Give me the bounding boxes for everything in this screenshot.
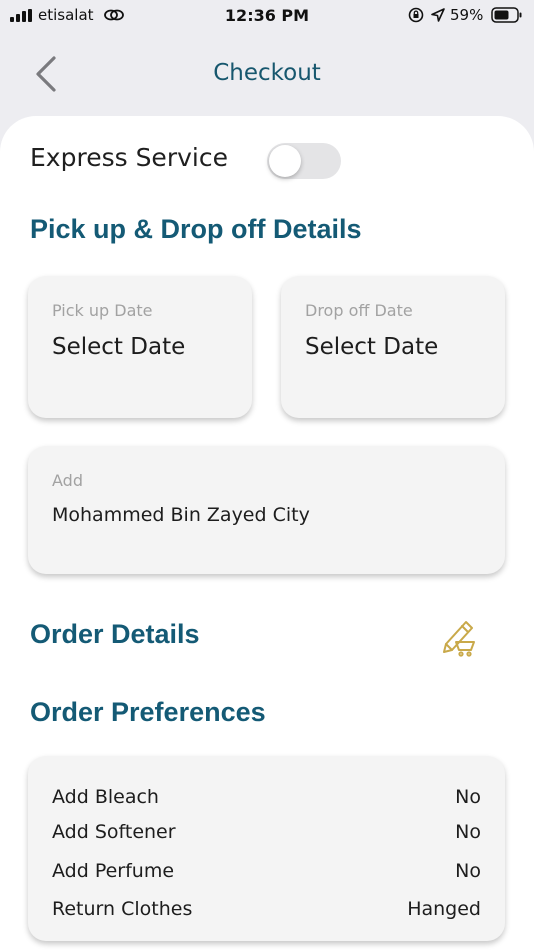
address-card[interactable]: Add Mohammed Bin Zayed City [28, 446, 505, 574]
preference-row-perfume[interactable]: Add Perfume No [52, 860, 481, 888]
checkout-sheet: Express Service Pick up & Drop off Detai… [0, 116, 534, 950]
dropoff-date-card[interactable]: Drop off Date Select Date [281, 276, 505, 418]
preference-label: Add Bleach [52, 786, 159, 808]
status-bar: etisalat 12:36 PM 59% [0, 0, 534, 32]
preference-row-softener[interactable]: Add Softener No [52, 821, 481, 849]
preference-value: Hanged [407, 898, 481, 920]
preference-label: Return Clothes [52, 898, 193, 920]
preference-row-bleach[interactable]: Add Bleach No [52, 786, 481, 814]
address-value: Mohammed Bin Zayed City [52, 504, 310, 526]
address-label: Add [52, 471, 83, 490]
battery-percent: 59% [450, 6, 484, 24]
nav-bar: Checkout [0, 40, 534, 108]
page-title: Checkout [213, 60, 321, 86]
preference-row-return-clothes[interactable]: Return Clothes Hanged [52, 898, 481, 926]
express-service-toggle[interactable] [267, 143, 341, 179]
pickup-dropoff-heading: Pick up & Drop off Details [30, 214, 362, 244]
battery-icon [491, 7, 522, 23]
dropoff-date-value: Select Date [305, 334, 439, 360]
toggle-knob [269, 145, 301, 177]
preference-value: No [455, 786, 481, 808]
dropoff-date-label: Drop off Date [305, 301, 413, 320]
pickup-date-label: Pick up Date [52, 301, 153, 320]
preference-label: Add Perfume [52, 860, 175, 882]
pickup-date-value: Select Date [52, 334, 186, 360]
orientation-lock-icon [408, 7, 424, 23]
preference-value: No [455, 860, 481, 882]
preference-value: No [455, 821, 481, 843]
preferences-card: Add Bleach No Add Softener No Add Perfum… [28, 756, 505, 941]
order-preferences-heading: Order Preferences [30, 697, 266, 727]
order-details-heading: Order Details [30, 619, 200, 649]
express-service-label: Express Service [30, 143, 228, 172]
preference-label: Add Softener [52, 821, 176, 843]
location-arrow-icon [431, 8, 445, 22]
pickup-date-card[interactable]: Pick up Date Select Date [28, 276, 252, 418]
edit-cart-icon[interactable] [436, 614, 480, 658]
